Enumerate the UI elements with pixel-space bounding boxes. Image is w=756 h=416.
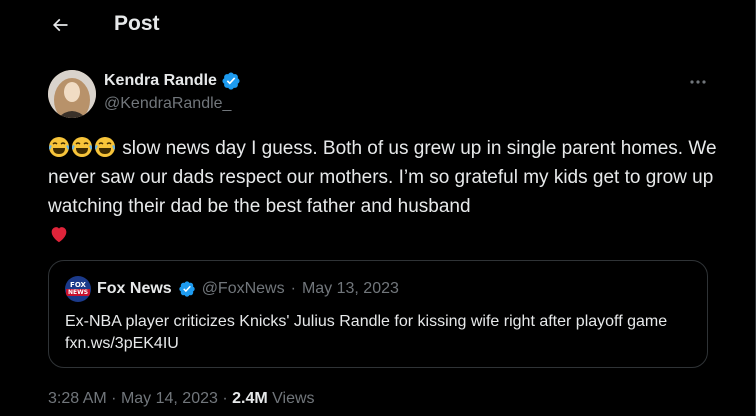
more-options-button[interactable] — [684, 70, 712, 94]
back-button[interactable] — [44, 9, 76, 41]
quoted-tweet-header: FOX NEWS Fox News @FoxNews · May 13, 202… — [65, 276, 399, 302]
quoted-author-handle: @FoxNews — [201, 280, 285, 297]
arrow-left-icon — [52, 18, 68, 32]
quoted-tweet-date[interactable]: May 13, 2023 — [302, 280, 399, 298]
joy-emoji-icon — [71, 136, 93, 158]
post-header: Post — [0, 0, 756, 50]
heart-emoji-icon — [48, 223, 70, 245]
author-name-text: Kendra Randle — [104, 72, 217, 89]
separator-dot: · — [290, 280, 296, 297]
fox-news-avatar[interactable]: FOX NEWS — [65, 276, 91, 302]
joy-emoji-icon — [94, 136, 116, 158]
page-title: Post — [114, 12, 160, 35]
verified-gold-badge-icon — [179, 281, 195, 297]
quoted-tweet-text: Ex-NBA player criticizes Knicks' Julius … — [65, 313, 668, 352]
author-handle[interactable]: @KendraRandle_ — [104, 94, 231, 114]
separator-dot: · — [222, 390, 228, 407]
joy-emoji-icon — [48, 136, 70, 158]
tweet-text: slow news day I guess. Both of us grew u… — [48, 134, 728, 250]
tweet-body: slow news day I guess. Both of us grew u… — [48, 138, 717, 217]
author-avatar[interactable] — [48, 70, 96, 118]
views-label: Views — [272, 390, 315, 407]
verified-badge-icon — [222, 72, 240, 90]
quoted-author-name: Fox News — [97, 280, 172, 297]
more-dots-icon — [690, 80, 706, 84]
separator-dot: · — [111, 390, 117, 407]
quoted-tweet-card[interactable]: FOX NEWS Fox News @FoxNews · May 13, 202… — [48, 260, 708, 368]
views-count: 2.4M — [232, 390, 268, 407]
tweet-meta: 3:28 AM · May 14, 2023 · 2.4M Views — [48, 388, 315, 410]
post-page: Post Kendra Randle @KendraRandle_ slow n… — [0, 0, 756, 416]
tweet-time[interactable]: 3:28 AM — [48, 390, 107, 407]
author-name[interactable]: Kendra Randle — [104, 71, 241, 91]
tweet-date[interactable]: May 14, 2023 — [121, 390, 218, 407]
avatar-image — [48, 70, 96, 118]
